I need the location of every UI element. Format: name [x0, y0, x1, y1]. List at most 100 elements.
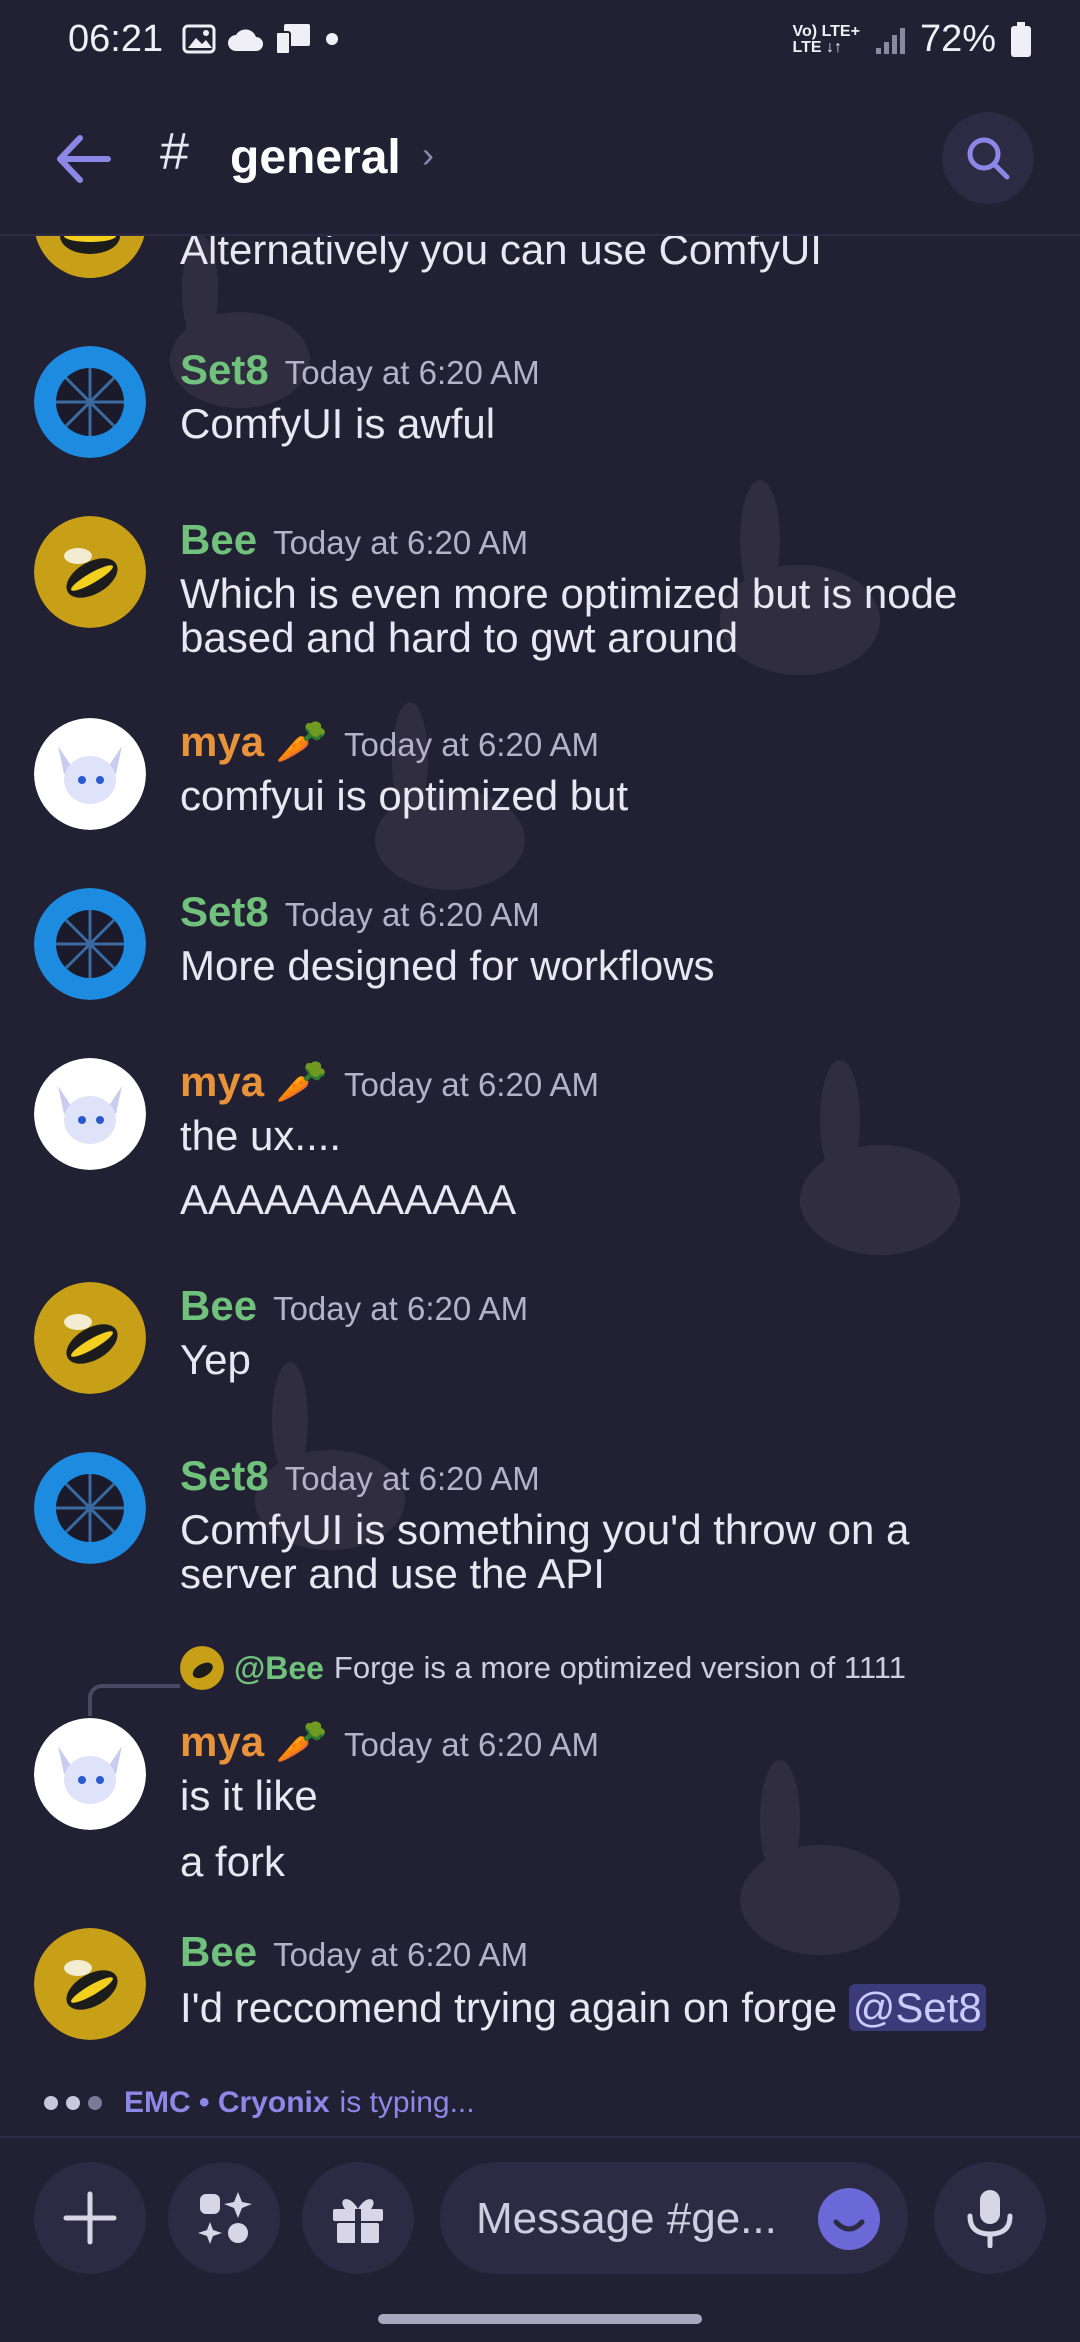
- voice-button[interactable]: [934, 2162, 1046, 2274]
- author-name[interactable]: Bee: [180, 1928, 257, 1976]
- microphone-icon: [967, 2190, 1013, 2248]
- mya-avatar-icon: [34, 1058, 146, 1170]
- network-label-bottom: LTE ↓↑: [792, 38, 843, 56]
- battery-percent: 72%: [919, 18, 996, 60]
- message-text: is it like a fork: [180, 1774, 1050, 1884]
- timestamp: Today at 6:20 AM: [273, 1290, 529, 1327]
- avatar-set8[interactable]: [34, 346, 146, 458]
- message-placeholder: Message #ge...: [476, 2194, 777, 2243]
- message-line: AAAAAAAAAAAA: [180, 1176, 517, 1223]
- message-line: server and use the API: [180, 1550, 605, 1597]
- timestamp: Today at 6:20 AM: [344, 1066, 600, 1103]
- reply-connector: [88, 1684, 180, 1716]
- message-item[interactable]: Bee Today at 6:20 AM Which is even more …: [0, 516, 1080, 676]
- author-name[interactable]: mya 🥕: [180, 1058, 328, 1107]
- message-item[interactable]: mya 🥕 Today at 6:20 AM the ux.... AAAAAA…: [0, 1058, 1080, 1238]
- set8-avatar-icon: [34, 346, 146, 458]
- message-header: Set8 Today at 6:20 AM: [180, 1452, 540, 1500]
- timestamp: Today at 6:20 AM: [284, 1460, 540, 1497]
- avatar-mya[interactable]: [34, 1718, 146, 1830]
- emoji-button[interactable]: [818, 2188, 880, 2250]
- bee-avatar-icon: [34, 236, 146, 278]
- message-text: More designed for workflows: [180, 944, 1050, 988]
- author-name[interactable]: mya 🥕: [180, 718, 328, 767]
- author-name[interactable]: mya 🥕: [180, 1718, 328, 1767]
- add-attachment-button[interactable]: [34, 2162, 146, 2274]
- apps-icon: [198, 2192, 252, 2244]
- reply-author[interactable]: @Bee: [234, 1650, 324, 1687]
- message-header: mya 🥕 Today at 6:20 AM: [180, 1058, 599, 1107]
- back-button[interactable]: [48, 124, 118, 194]
- device-icon: [275, 24, 310, 55]
- home-indicator[interactable]: [378, 2314, 702, 2324]
- message-line: ComfyUI is awful: [180, 400, 496, 447]
- author-name[interactable]: Set8: [180, 1452, 269, 1500]
- arrow-left-icon: [57, 135, 111, 183]
- timestamp: Today at 6:20 AM: [273, 524, 529, 561]
- typing-names: EMC • Cryonix: [124, 2086, 330, 2119]
- timestamp: Today at 6:20 AM: [284, 354, 540, 391]
- avatar-bee[interactable]: [34, 1282, 146, 1394]
- message-item[interactable]: Bee Today at 6:20 AM I'd reccomend tryin…: [0, 1928, 1080, 2058]
- message-header: mya 🥕 Today at 6:20 AM: [180, 718, 599, 767]
- typing-suffix: is typing...: [339, 2086, 475, 2119]
- avatar-set8[interactable]: [34, 888, 146, 1000]
- message-header: mya 🥕 Today at 6:20 AM: [180, 1718, 599, 1767]
- dot-icon: [326, 33, 338, 45]
- timestamp: Today at 6:20 AM: [273, 1936, 529, 1973]
- message-item[interactable]: Set8 Today at 6:20 AM ComfyUI is awful: [0, 346, 1080, 466]
- channel-name[interactable]: general: [230, 130, 401, 185]
- apps-button[interactable]: [168, 2162, 280, 2274]
- message-header: Bee Today at 6:20 AM: [180, 1928, 528, 1976]
- avatar-bee[interactable]: [34, 236, 146, 278]
- message-line: I'd reccomend trying again on forge: [180, 1984, 849, 2031]
- set8-avatar-icon: [34, 888, 146, 1000]
- message-composer: Message #ge...: [0, 2136, 1080, 2342]
- message-line: ComfyUI is something you'd throw on a: [180, 1506, 910, 1553]
- channel-header: # general ›: [0, 90, 1080, 236]
- message-list[interactable]: Alternatively you can use ComfyUI Set8 T…: [0, 236, 1080, 2096]
- message-input[interactable]: Message #ge...: [440, 2162, 908, 2274]
- message-item[interactable]: Set8 Today at 6:20 AM ComfyUI is somethi…: [0, 1452, 1080, 1612]
- author-name[interactable]: Set8: [180, 888, 269, 936]
- message-text: ComfyUI is awful: [180, 402, 1050, 446]
- gift-button[interactable]: [302, 2162, 414, 2274]
- search-icon: [967, 137, 1010, 180]
- bee-avatar-icon: [34, 1282, 146, 1394]
- message-text: I'd reccomend trying again on forge @Set…: [180, 1984, 1050, 2031]
- user-mention[interactable]: @Set8: [848, 1984, 986, 2031]
- reply-text: Forge is a more optimized version of 111…: [333, 1650, 906, 1685]
- typing-indicator: EMC • Cryonix is typing...: [44, 2086, 475, 2120]
- message-text: comfyui is optimized but: [180, 774, 1050, 818]
- author-name[interactable]: Bee: [180, 1282, 257, 1330]
- typing-dots-icon: [44, 2096, 102, 2110]
- message-item[interactable]: @Bee Forge is a more optimized version o…: [0, 1646, 1080, 1886]
- status-right: Vo) LTE+ LTE ↓↑ 72%: [793, 18, 1032, 61]
- timestamp: Today at 6:20 AM: [344, 726, 600, 763]
- message-header: Bee Today at 6:20 AM: [180, 1282, 528, 1330]
- message-line: a fork: [180, 1838, 286, 1885]
- chevron-right-icon[interactable]: ›: [422, 134, 434, 176]
- author-name[interactable]: Set8: [180, 346, 269, 394]
- message-line: comfyui is optimized but: [180, 772, 629, 819]
- avatar-set8[interactable]: [34, 1452, 146, 1564]
- avatar-bee[interactable]: [34, 516, 146, 628]
- message-item[interactable]: Alternatively you can use ComfyUI: [0, 236, 1080, 286]
- status-bar: 06:21 Vo) LTE+ LTE ↓↑ 72%: [0, 0, 1080, 90]
- battery-icon: [1011, 21, 1031, 57]
- plus-icon: [63, 2191, 117, 2245]
- timestamp: Today at 6:20 AM: [344, 1726, 600, 1763]
- status-time: 06:21: [68, 18, 164, 60]
- message-item[interactable]: mya 🥕 Today at 6:20 AM comfyui is optimi…: [0, 718, 1080, 838]
- author-name[interactable]: Bee: [180, 516, 257, 564]
- search-button[interactable]: [942, 112, 1034, 204]
- message-text: the ux.... AAAAAAAAAAAA: [180, 1114, 1050, 1222]
- avatar-bee[interactable]: [34, 1928, 146, 2040]
- message-item[interactable]: Bee Today at 6:20 AM Yep: [0, 1282, 1080, 1402]
- avatar-mya[interactable]: [34, 1058, 146, 1170]
- avatar-mya[interactable]: [34, 718, 146, 830]
- reply-preview[interactable]: @Bee Forge is a more optimized version o…: [180, 1646, 906, 1690]
- channel-hash-icon: #: [160, 123, 189, 181]
- notification-icons: [182, 22, 340, 56]
- message-item[interactable]: Set8 Today at 6:20 AM More designed for …: [0, 888, 1080, 1008]
